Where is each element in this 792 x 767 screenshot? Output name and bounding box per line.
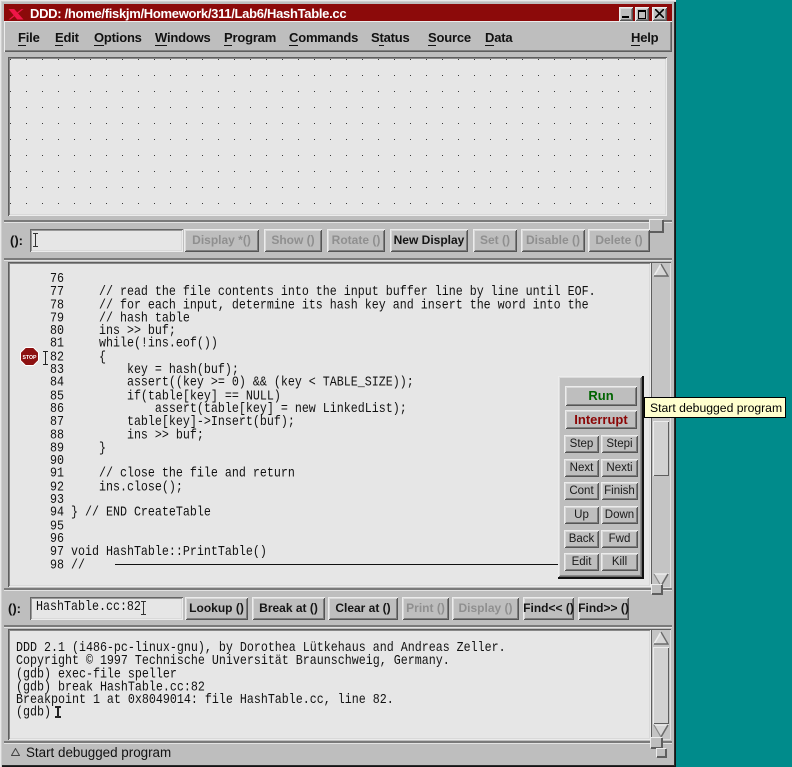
svg-text:STOP: STOP: [22, 355, 37, 361]
